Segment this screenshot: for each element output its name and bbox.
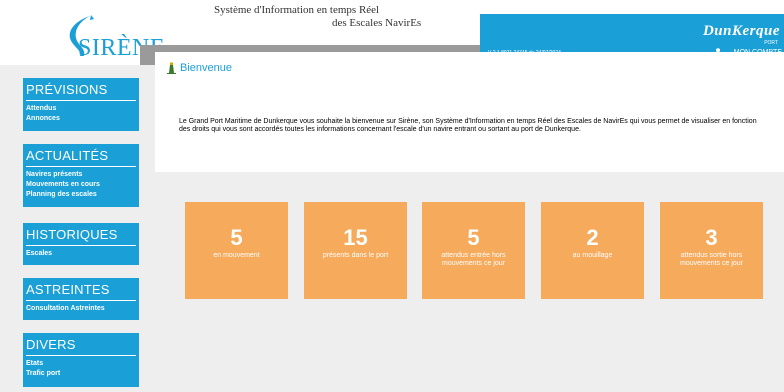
tile-au-mouillage[interactable]: 2 au mouillage <box>541 202 644 299</box>
tile-value: 5 <box>467 225 480 250</box>
tile-attendus-entree[interactable]: 5 attendus entrée hors mouvements ce jou… <box>422 202 525 299</box>
menu-previsions: PRÉVISIONS Attendus Annonces <box>23 78 139 131</box>
system-title: Système d'Information en temps Réel des … <box>214 4 421 30</box>
menu-item-mouvements-en-cours[interactable]: Mouvements en cours <box>26 180 136 190</box>
tile-label: au mouillage <box>572 252 613 259</box>
tile-label: attendus entrée hors mouvements ce jour <box>441 252 506 267</box>
menu-item-consultation-astreintes[interactable]: Consultation Astreintes <box>26 304 136 314</box>
menu-actualites-title: ACTUALITÉS <box>26 148 136 167</box>
tile-label: attendus sortie hors mouvements ce jour <box>679 252 744 267</box>
system-title-line2: des Escales NavirEs <box>332 17 422 29</box>
tile-presents-dans-le-port[interactable]: 15 présents dans le port <box>304 202 407 299</box>
menu-item-navires-presents[interactable]: Navires présents <box>26 170 136 180</box>
menu-divers-title: DIVERS <box>26 337 136 356</box>
menu-actualites: ACTUALITÉS Navires présents Mouvements e… <box>23 144 139 207</box>
menu-item-trafic-port[interactable]: Trafic port <box>26 369 136 379</box>
menu-astreintes: ASTREINTES Consultation Astreintes <box>23 278 139 320</box>
tile-attendus-sortie[interactable]: 3 attendus sortie hors mouvements ce jou… <box>660 202 763 299</box>
dunkerque-logo: DunKerque <box>702 23 780 39</box>
menu-previsions-title: PRÉVISIONS <box>26 82 136 101</box>
welcome-text: Le Grand Port Maritime de Dunkerque vous… <box>179 118 757 133</box>
welcome-panel: Bienvenue Le Grand Port Maritime de Dunk… <box>155 52 784 172</box>
menu-historiques: HISTORIQUES Escales <box>23 223 139 265</box>
tile-label: en mouvement <box>213 252 260 259</box>
tile-value: 5 <box>230 225 243 250</box>
menu-item-attendus[interactable]: Attendus <box>26 104 136 114</box>
menu-item-etats[interactable]: Etats <box>26 359 136 369</box>
tile-en-mouvement[interactable]: 5 en mouvement <box>185 202 288 299</box>
menu-astreintes-title: ASTREINTES <box>26 282 136 301</box>
menu-item-planning-des-escales[interactable]: Planning des escales <box>26 190 136 200</box>
menu-item-annonces[interactable]: Annonces <box>26 114 136 124</box>
tile-value: 2 <box>586 225 599 250</box>
menu-historiques-title: HISTORIQUES <box>26 227 136 246</box>
system-title-line1: Système d'Information en temps Réel <box>214 4 380 16</box>
welcome-title: Bienvenue <box>167 62 232 74</box>
dunkerque-port-label: PORT <box>764 40 778 46</box>
sirene-logo[interactable]: SIRÈNE <box>30 8 165 61</box>
menu-item-escales[interactable]: Escales <box>26 249 136 259</box>
tile-value: 3 <box>705 225 718 250</box>
tile-value: 15 <box>343 225 368 250</box>
tile-label: présents dans le port <box>322 252 389 259</box>
menu-divers: DIVERS Etats Trafic port <box>23 333 139 387</box>
welcome-title-text: Bienvenue <box>180 62 232 74</box>
lighthouse-icon <box>167 62 176 74</box>
